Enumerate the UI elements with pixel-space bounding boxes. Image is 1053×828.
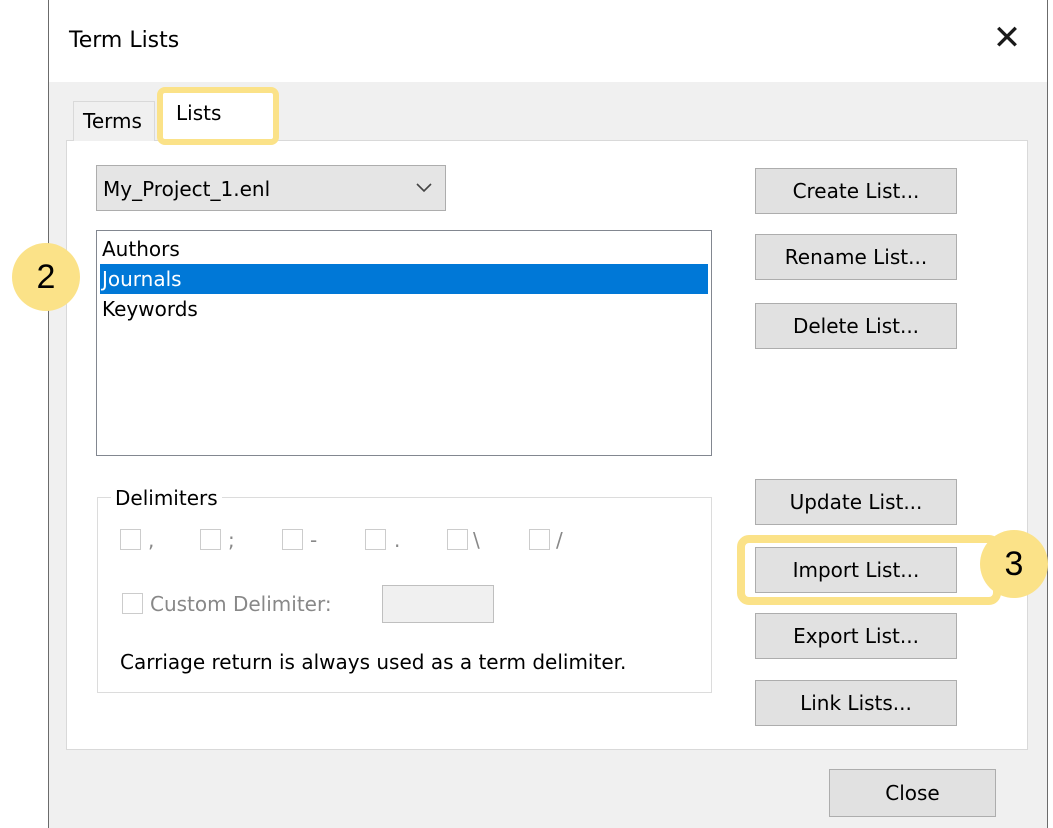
delimiters-group-label: Delimiters [111, 486, 222, 510]
create-list-button[interactable]: Create List... [755, 168, 957, 214]
delimiter-semicolon-checkbox[interactable] [200, 529, 221, 550]
delimiter-hyphen-checkbox[interactable] [282, 529, 303, 550]
delimiter-period-label: . [394, 528, 401, 552]
delimiter-hyphen-label: - [310, 528, 318, 552]
update-list-button[interactable]: Update List... [755, 479, 957, 525]
list-item-authors[interactable]: Authors [100, 234, 708, 264]
custom-delimiter-input[interactable] [382, 585, 494, 623]
close-button[interactable]: Close [829, 769, 996, 817]
link-lists-button[interactable]: Link Lists... [755, 680, 957, 726]
delimiter-slash-label: / [556, 528, 563, 552]
custom-delimiter-checkbox[interactable] [122, 593, 143, 614]
close-icon[interactable]: ✕ [987, 18, 1027, 58]
custom-delimiter-label: Custom Delimiter: [150, 592, 332, 616]
carriage-return-note: Carriage return is always used as a term… [120, 650, 627, 674]
export-list-button[interactable]: Export List... [755, 613, 957, 659]
tab-terms-label: Terms [83, 109, 142, 133]
import-list-highlight [737, 535, 1001, 605]
title-bar: Term Lists ✕ [49, 0, 1047, 82]
delimiter-comma-label: , [148, 528, 155, 552]
delimiter-slash-checkbox[interactable] [529, 529, 550, 550]
step-2-badge: 2 [12, 243, 80, 311]
delimiter-period-checkbox[interactable] [365, 529, 386, 550]
list-item-keywords[interactable]: Keywords [100, 294, 708, 324]
chevron-down-icon [416, 183, 432, 193]
term-list-box[interactable]: Authors Journals Keywords [96, 230, 712, 456]
list-item-journals[interactable]: Journals [100, 264, 708, 294]
step-3-badge: 3 [980, 530, 1048, 598]
delimiter-backslash-checkbox[interactable] [447, 529, 468, 550]
term-lists-dialog: Term Lists ✕ Terms Lists My_Project_1.en… [48, 0, 1048, 828]
delete-list-button[interactable]: Delete List... [755, 303, 957, 349]
tab-lists-label: Lists [176, 101, 222, 125]
dialog-title: Term Lists [69, 28, 180, 53]
library-select[interactable]: My_Project_1.enl [96, 165, 446, 211]
library-select-value: My_Project_1.enl [103, 177, 271, 201]
tab-lists[interactable]: Lists [157, 87, 279, 145]
delimiter-backslash-label: \ [473, 528, 480, 552]
delimiter-comma-checkbox[interactable] [120, 529, 141, 550]
rename-list-button[interactable]: Rename List... [755, 234, 957, 280]
delimiter-semicolon-label: ; [228, 528, 235, 552]
tab-terms[interactable]: Terms [73, 101, 155, 141]
